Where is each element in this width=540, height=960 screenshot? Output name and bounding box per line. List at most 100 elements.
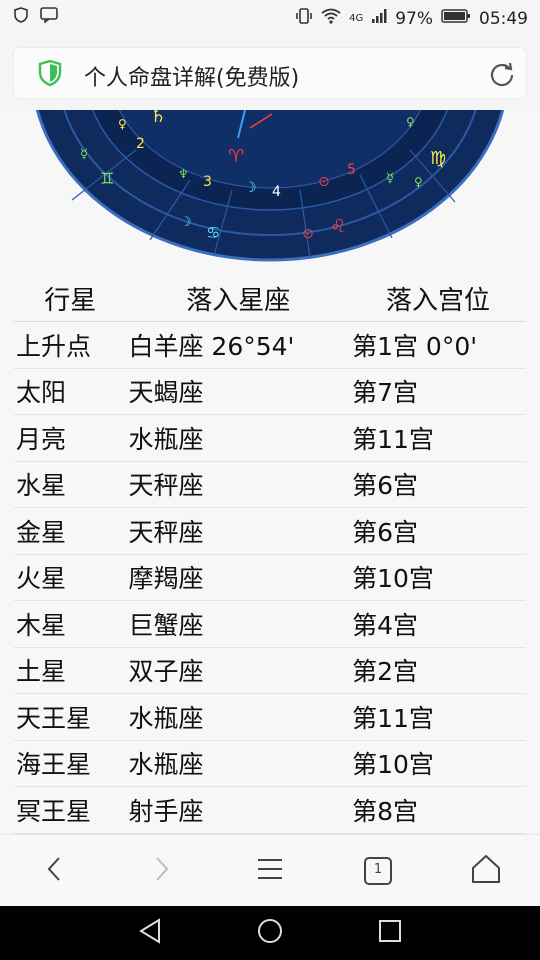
house-number: 5: [347, 162, 356, 178]
svg-text:♀: ♀: [414, 175, 423, 189]
house-cell: 第4宫: [350, 600, 526, 648]
sign-cell: 水瓶座: [126, 414, 351, 462]
svg-text:☿: ☿: [80, 147, 88, 162]
house-cell: 第1宫 0°0': [350, 321, 526, 369]
battery-icon: [441, 8, 471, 30]
sign-cell: 射手座: [126, 786, 351, 834]
table-row: 土星 双子座 第2宫: [14, 647, 526, 694]
table-row: 天王星 水瓶座 第11宫: [14, 693, 526, 741]
system-back-button[interactable]: [132, 917, 168, 949]
home-icon: [471, 854, 501, 888]
house-cell: 第10宫: [350, 554, 526, 601]
system-home-button[interactable]: [252, 917, 288, 949]
tab-count: 1: [373, 862, 383, 877]
svg-text:♄: ♄: [150, 110, 166, 127]
chevron-left-icon: [46, 856, 62, 886]
page-title: 个人命盘详解(免费版): [84, 66, 300, 91]
network-type-label: 4G: [349, 13, 364, 24]
shield-icon: [14, 7, 28, 29]
page-content: ♄ ♀ ☿ ♊ ♆ ♈ ☽ ☽ ♋ ⊙ ⊙ ♌ ☿ ♀ ♍ ♀ 2 3 4 5 …: [0, 110, 540, 834]
sign-cell: 天秤座: [126, 507, 351, 555]
svg-text:♍: ♍: [430, 148, 446, 169]
planet-cell: 月亮: [14, 414, 127, 462]
tabs-icon: 1: [364, 857, 392, 885]
back-button[interactable]: [32, 849, 76, 893]
triangle-back-icon: [138, 918, 162, 948]
browser-bottom-nav: 1: [0, 834, 540, 907]
planet-cell: 水星: [14, 461, 127, 508]
secure-shield-icon: [38, 59, 62, 90]
house-cell: 第2宫: [350, 647, 526, 694]
address-bar[interactable]: 个人命盘详解(免费版): [14, 48, 526, 98]
sign-cell: 天蝎座: [126, 368, 351, 415]
house-number: 3: [203, 174, 212, 190]
table-row: 木星 巨蟹座 第4宫: [14, 600, 526, 648]
svg-text:☽: ☽: [244, 180, 257, 196]
house-number: 2: [136, 136, 145, 152]
tabs-button[interactable]: 1: [356, 849, 400, 893]
sign-cell: 双子座: [126, 647, 351, 694]
table-row: 冥王星 射手座 第8宫: [14, 786, 526, 834]
planet-cell: 木星: [14, 600, 127, 648]
svg-text:⊙: ⊙: [318, 174, 330, 190]
table-header-row: 行星 落入星座 落入宫位: [14, 275, 526, 322]
planet-cell: 冥王星: [14, 786, 127, 834]
planet-cell: 上升点: [14, 321, 127, 369]
system-nav-bar: [0, 906, 540, 960]
wifi-icon: [321, 8, 341, 30]
browser-toolbar: 个人命盘详解(免费版): [0, 36, 540, 110]
menu-button[interactable]: [248, 849, 292, 893]
table-row: 月亮 水瓶座 第11宫: [14, 414, 526, 462]
table-row: 太阳 天蝎座 第7宫: [14, 368, 526, 415]
svg-text:♆: ♆: [178, 167, 189, 181]
clock-time: 05:49: [479, 9, 528, 29]
svg-text:♊: ♊: [100, 169, 114, 188]
table-row: 火星 摩羯座 第10宫: [14, 554, 526, 601]
forward-button[interactable]: [140, 849, 184, 893]
sign-cell: 天秤座: [126, 461, 351, 508]
vibrate-icon: [295, 7, 313, 31]
table-row: 金星 天秤座 第6宫: [14, 507, 526, 555]
planet-cell: 火星: [14, 554, 127, 601]
natal-chart-wheel: ♄ ♀ ☿ ♊ ♆ ♈ ☽ ☽ ♋ ⊙ ⊙ ♌ ☿ ♀ ♍ ♀ 2 3 4 5: [35, 110, 505, 262]
circle-home-icon: [256, 917, 284, 949]
column-header: 落入宫位: [350, 275, 526, 322]
svg-text:☿: ☿: [386, 171, 394, 186]
signal-icon: [371, 8, 387, 30]
reload-icon[interactable]: [488, 60, 516, 92]
house-cell: 第7宫: [350, 368, 526, 415]
sign-cell: 白羊座 26°54': [126, 321, 351, 369]
planet-table: 行星 落入星座 落入宫位 上升点 白羊座 26°54' 第1宫 0°0' 太阳 天蝎座第…: [14, 275, 526, 834]
house-cell: 第6宫: [350, 507, 526, 555]
system-recents-button[interactable]: [372, 917, 408, 949]
svg-text:♀: ♀: [118, 117, 127, 131]
chevron-right-icon: [154, 856, 170, 886]
svg-text:♋: ♋: [206, 223, 220, 242]
svg-text:♌: ♌: [330, 216, 346, 237]
sign-cell: 摩羯座: [126, 554, 351, 601]
column-header: 行星: [14, 275, 127, 322]
svg-text:☽: ☽: [180, 215, 192, 230]
planet-cell: 金星: [14, 507, 127, 555]
table-row: 海王星 水瓶座 第10宫: [14, 740, 526, 787]
sign-cell: 巨蟹座: [126, 600, 351, 648]
house-number: 4: [272, 184, 281, 200]
svg-text:⊙: ⊙: [302, 226, 314, 242]
svg-text:♈: ♈: [228, 146, 244, 167]
home-button[interactable]: [464, 849, 508, 893]
planet-cell: 太阳: [14, 368, 127, 415]
message-icon: [40, 7, 58, 29]
square-recents-icon: [378, 919, 402, 947]
house-cell: 第11宫: [350, 693, 526, 741]
status-bar: 4G 97% 05:49: [0, 0, 540, 36]
hamburger-icon: [257, 858, 283, 884]
table-row: 上升点 白羊座 26°54' 第1宫 0°0': [14, 321, 526, 369]
column-header: 落入星座: [126, 275, 351, 322]
table-row: 水星 天秤座 第6宫: [14, 461, 526, 508]
house-cell: 第6宫: [350, 461, 526, 508]
sign-cell: 水瓶座: [126, 693, 351, 741]
battery-percent: 97%: [395, 9, 433, 29]
planet-cell: 天王星: [14, 693, 127, 741]
svg-text:♀: ♀: [406, 115, 415, 129]
house-cell: 第10宫: [350, 740, 526, 787]
